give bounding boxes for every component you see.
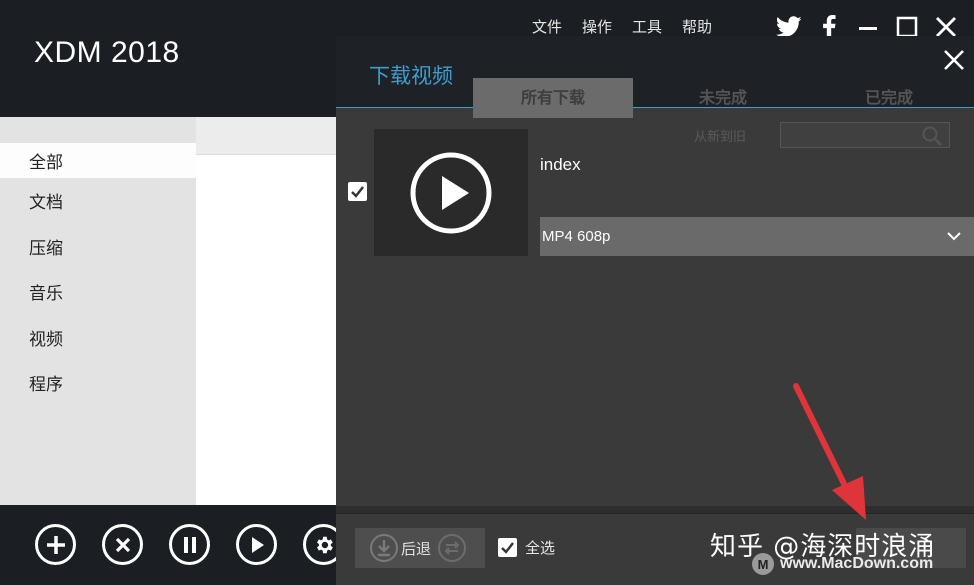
download-list (196, 117, 336, 505)
download-icon (370, 534, 398, 562)
tab-completed: 已完成 (864, 88, 913, 107)
sidebar-item-video[interactable]: 视频 (0, 315, 196, 361)
menu-bar: 文件 操作 工具 帮助 (532, 16, 712, 37)
add-icon[interactable] (35, 524, 76, 565)
watermark-site: M www.MacDown.com (752, 553, 933, 575)
tab-incomplete: 未完成 (698, 88, 747, 107)
tab-all-downloads: 所有下载 (473, 78, 633, 118)
menu-item-tools[interactable]: 工具 (632, 16, 662, 37)
pause-icon[interactable] (169, 524, 210, 565)
menu-item-help[interactable]: 帮助 (682, 16, 712, 37)
swap-icon (438, 534, 467, 562)
download-button[interactable]: 后退 (355, 528, 485, 568)
dialog-title: 下载视频 (369, 64, 453, 88)
list-header (196, 117, 336, 155)
watermark-site-text: www.MacDown.com (780, 555, 934, 572)
select-all-label: 全选 (525, 539, 556, 557)
video-item-checkbox[interactable] (348, 182, 367, 201)
menu-item-file[interactable]: 文件 (532, 16, 562, 37)
close-icon[interactable] (942, 48, 970, 76)
menu-item-actions[interactable]: 操作 (582, 16, 612, 37)
sidebar-item-all[interactable]: 全部 (0, 143, 196, 178)
sort-order: 从新到旧 (694, 130, 747, 145)
category-sidebar: 全部 文档 压缩 音乐 视频 程序 (0, 117, 196, 505)
search-field (780, 122, 950, 148)
macdown-logo-icon: M (752, 553, 774, 575)
select-all-checkbox[interactable] (498, 538, 517, 557)
delete-icon[interactable] (102, 524, 143, 565)
video-thumbnail (374, 129, 528, 256)
format-value: MP4 608p (542, 228, 611, 245)
check-icon (501, 542, 514, 554)
sidebar-item-music[interactable]: 音乐 (0, 269, 196, 315)
background-tabs: 所有下载 未完成 已完成 (473, 78, 973, 118)
select-all[interactable]: 全选 (498, 537, 555, 558)
sidebar-item-programs[interactable]: 程序 (0, 360, 196, 406)
dialog-header: 所有下载 未完成 已完成 下载视频 (336, 36, 974, 118)
play-icon (410, 152, 492, 233)
format-select[interactable]: MP4 608p (540, 217, 974, 256)
check-icon (351, 186, 364, 198)
video-title: index (540, 155, 581, 174)
search-icon (922, 126, 942, 146)
app-title: XDM 2018 (34, 36, 180, 69)
chevron-down-icon (947, 232, 961, 241)
sidebar-item-compressed[interactable]: 压缩 (0, 224, 196, 270)
sidebar-item-documents[interactable]: 文档 (0, 178, 196, 224)
resume-icon[interactable] (236, 524, 277, 565)
annotation-arrow (793, 383, 866, 520)
download-button-label: 后退 (401, 539, 432, 558)
